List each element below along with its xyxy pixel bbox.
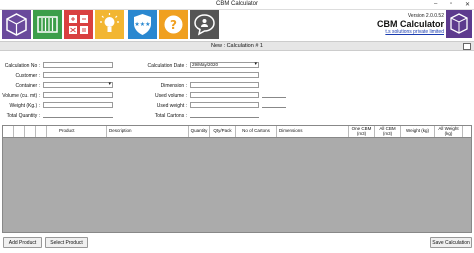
grid-col-select: [3, 126, 14, 137]
customer-field[interactable]: [43, 72, 259, 78]
grid-col-qty-pack[interactable]: Qty/Pack: [210, 126, 236, 137]
maximize-form-button[interactable]: [463, 43, 471, 50]
grid-col-blank: [14, 126, 25, 137]
calculation-date-label: Calculation Date :: [147, 63, 187, 69]
add-product-button[interactable]: Add Product: [3, 237, 42, 248]
grid-col-product[interactable]: Product: [47, 126, 107, 137]
select-product-button[interactable]: Select Product: [45, 237, 88, 248]
svg-text:★★★: ★★★: [134, 21, 150, 28]
grid-col-icon: [36, 126, 47, 137]
used-volume-field[interactable]: [190, 92, 259, 98]
used-weight-percent-line: [262, 107, 286, 108]
chat-toolbar-button[interactable]: [190, 10, 219, 39]
container-select[interactable]: [43, 82, 113, 88]
save-calculation-button[interactable]: Save Calculation: [430, 237, 472, 248]
restore-button[interactable]: ▫: [450, 1, 452, 7]
container-toolbar-button[interactable]: [33, 10, 62, 39]
grid-col-all-weight[interactable]: All Weight (kg): [435, 126, 463, 137]
form-header: New : Calculation # 1: [0, 41, 474, 51]
help-toolbar-button[interactable]: ?: [159, 10, 188, 39]
app-name: CBM Calculator: [376, 19, 444, 29]
customer-label: Customer :: [15, 73, 40, 79]
chat-icon: [194, 14, 215, 36]
used-volume-label: Used volume :: [155, 93, 187, 99]
grid-col-one-cbm[interactable]: One CBM (m3): [349, 126, 375, 137]
svg-text:?: ?: [170, 18, 177, 32]
box-icon: [6, 13, 27, 36]
grid-col-weight[interactable]: Weight (kg): [401, 126, 435, 137]
lightbulb-toolbar-button[interactable]: [95, 10, 124, 39]
used-volume-percent-line: [262, 97, 286, 98]
lightbulb-icon: [100, 13, 119, 32]
product-grid[interactable]: Product Description Quantity Qty/Pack No…: [2, 125, 472, 233]
used-weight-field[interactable]: [190, 102, 259, 108]
grid-col-quantity[interactable]: Quantity: [189, 126, 210, 137]
shield-stars-icon: ★★★: [134, 14, 151, 35]
used-weight-label: Used weight :: [156, 103, 187, 109]
help-icon: ?: [164, 15, 183, 34]
grid-col-all-cbm[interactable]: All CBM (m3): [375, 126, 401, 137]
box-toolbar-button[interactable]: [2, 10, 31, 39]
total-cartons-label: Total Cartons :: [154, 113, 187, 119]
app-logo: [446, 10, 472, 38]
calculator-toolbar-button[interactable]: [64, 10, 93, 39]
calculator-icon: [69, 15, 88, 34]
grid-col-description[interactable]: Description: [107, 126, 189, 137]
grid-col-index: [25, 126, 36, 137]
form-title: New : Calculation # 1: [211, 43, 263, 49]
close-button[interactable]: ✕: [465, 1, 470, 8]
logo-box-icon: [450, 13, 468, 34]
dimension-field[interactable]: [190, 82, 259, 88]
container-label: Container :: [15, 83, 40, 89]
title-bar: CBM Calculator – ▫ ✕: [0, 0, 474, 10]
container-icon: [37, 16, 58, 33]
total-quantity-value: [43, 117, 113, 118]
dimension-label: Dimension :: [160, 83, 187, 89]
window-title: CBM Calculator: [215, 1, 258, 7]
calculation-no-field[interactable]: [43, 62, 113, 68]
weight-label: Weight (Kg.) :: [9, 103, 40, 109]
brand-block: Version 2.0.0.52 CBM Calculator t.s solu…: [377, 13, 444, 35]
calculation-date-picker[interactable]: 29/May/2020: [190, 62, 259, 68]
grid-col-dimensions[interactable]: Dimensions: [277, 126, 349, 137]
minimize-button[interactable]: –: [434, 1, 437, 7]
volume-label: Volume (cu. mt) :: [2, 93, 40, 99]
calculation-no-label: Calculation No :: [4, 63, 40, 69]
grid-header: Product Description Quantity Qty/Pack No…: [3, 126, 471, 138]
total-cartons-value: [190, 117, 259, 118]
shield-toolbar-button[interactable]: ★★★: [128, 10, 157, 39]
grid-col-cartons[interactable]: No of Cartons: [236, 126, 277, 137]
volume-field[interactable]: [43, 92, 113, 98]
company-link[interactable]: t.s solutions private limited: [377, 29, 444, 35]
weight-field[interactable]: [43, 102, 113, 108]
total-quantity-label: Total Quantity :: [6, 113, 40, 119]
